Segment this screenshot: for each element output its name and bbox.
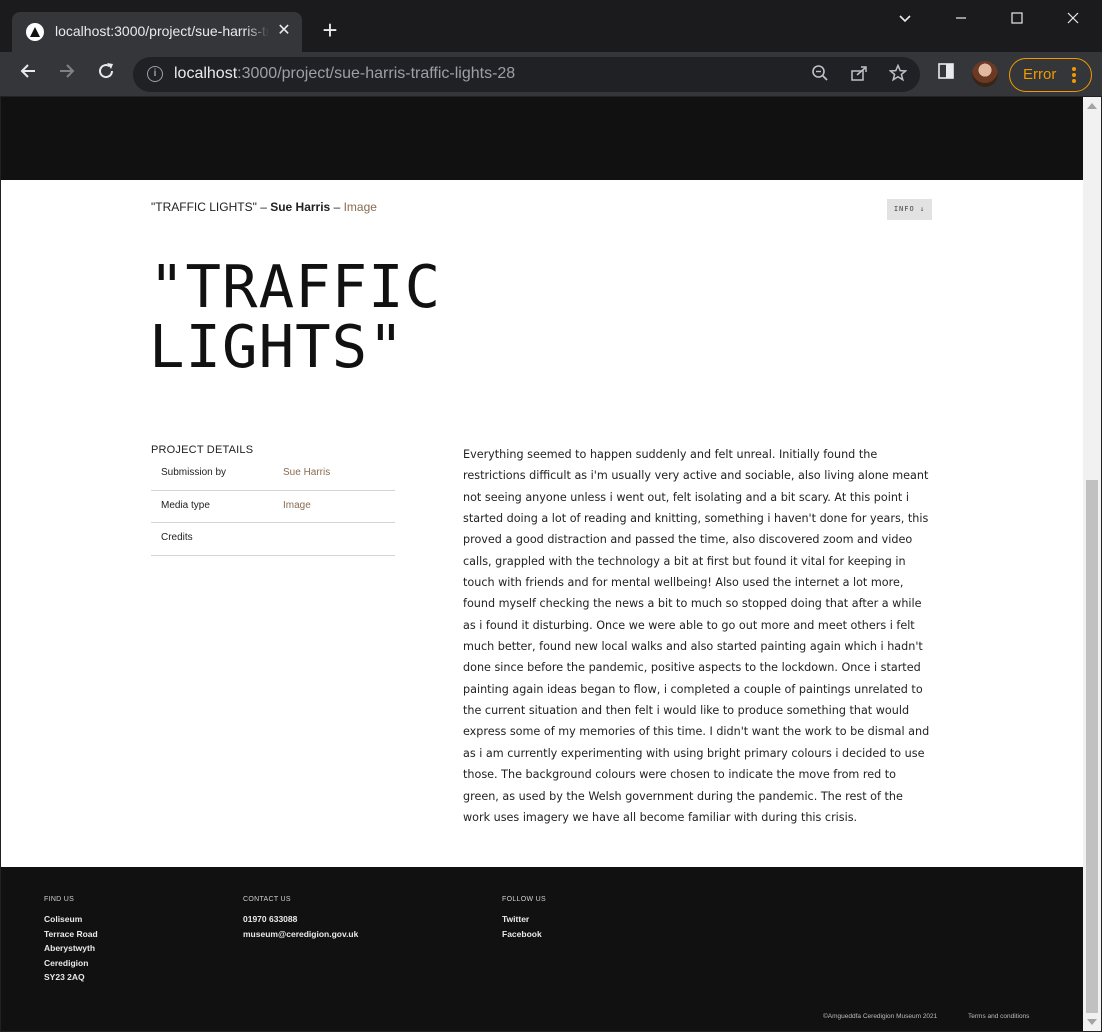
address-line: Aberystwyth [44,943,96,953]
url-text: localhost:3000/project/sue-harris-traffi… [174,65,516,82]
media-type-link[interactable]: Image [283,500,311,511]
breadcrumb-separator: – [256,200,271,214]
error-label: Error [1023,66,1057,83]
facebook-link[interactable]: Facebook [502,927,546,942]
footer-heading: FIND US [44,896,75,903]
footer-contact-us: CONTACT US 01970 633088 museum@ceredigio… [243,896,358,941]
details-row-submission: Submission by Sue Harris [151,458,395,491]
address-bar[interactable]: i localhost:3000/project/sue-harris-traf… [133,57,920,92]
menu-dots-icon [1070,65,1078,85]
footer-follow-us: FOLLOW US Twitter Facebook [502,896,546,941]
address-line: Terrace Road [44,928,98,939]
breadcrumb-media-link[interactable]: Image [344,200,377,214]
info-button[interactable]: INFO ↓ [887,199,932,220]
profile-avatar[interactable] [972,61,998,87]
details-key: Submission by [161,467,227,478]
details-key: Media type [161,499,210,511]
site-footer: FIND US Coliseum Terrace Road Aberystwyt… [1,867,1083,1031]
page-title-line: "TRAFFIC [149,252,442,321]
maximize-icon[interactable] [1003,6,1031,34]
details-key: Credits [161,532,193,543]
footer-copyright: ©Amgueddfa Ceredigion Museum 2021 [823,1013,938,1020]
project-description: Everything seemed to happen suddenly and… [463,448,930,824]
page-title-line: LIGHTS" [149,312,405,381]
twitter-link[interactable]: Twitter [502,912,546,927]
page-scrollbar[interactable] [1083,97,1101,1031]
site-header [1,97,1083,180]
tab-strip: localhost:3000/project/sue-harris-traffi… [0,0,1102,52]
browser-chrome: localhost:3000/project/sue-harris-traffi… [0,0,1102,97]
scroll-up-icon[interactable] [1087,103,1097,109]
share-icon[interactable] [848,64,870,86]
back-icon[interactable] [15,61,41,87]
project-details-table: Submission by Sue Harris Media type Imag… [151,458,395,556]
address-line: SY23 2AQ [44,972,85,982]
address-line: Coliseum [44,914,83,924]
footer-heading: CONTACT US [243,896,291,903]
tab-close-icon[interactable]: ✕ [274,21,294,41]
breadcrumb: "TRAFFIC LIGHTS" – Sue Harris – Image [151,200,377,214]
scroll-thumb[interactable] [1086,480,1098,1013]
terms-link[interactable]: Terms and conditions [968,1013,1029,1020]
submission-author-link[interactable]: Sue Harris [283,467,330,478]
page-viewport: "TRAFFIC LIGHTS" – Sue Harris – Image IN… [1,97,1083,1031]
tab-title: localhost:3000/project/sue-harris-traffi… [55,23,269,39]
new-tab-button[interactable]: + [318,17,342,43]
browser-toolbar: i localhost:3000/project/sue-harris-traf… [0,52,1102,97]
phone-link[interactable]: 01970 633088 [243,912,358,927]
details-row-media-type: Media type Image [151,491,395,523]
close-window-icon[interactable] [1059,6,1087,34]
reload-icon[interactable] [93,61,119,87]
email-link[interactable]: museum@ceredigion.gov.uk [243,927,358,942]
footer-heading: FOLLOW US [502,896,546,903]
breadcrumb-separator: – [330,200,344,214]
details-row-credits: Credits [151,523,395,556]
scroll-down-icon[interactable] [1087,1019,1097,1025]
project-details-heading: PROJECT DETAILS [151,444,254,456]
forward-icon[interactable] [54,61,80,87]
footer-find-us: FIND US Coliseum Terrace Road Aberystwyt… [44,896,98,985]
error-button[interactable]: Error [1009,58,1092,92]
breadcrumb-title: "TRAFFIC LIGHTS" [151,200,257,214]
minimize-icon[interactable] [947,6,975,34]
favicon-icon [26,23,44,41]
side-panel-icon[interactable] [935,63,957,85]
page-title: "TRAFFIC LIGHTS" [149,257,549,377]
breadcrumb-author[interactable]: Sue Harris [270,200,330,214]
tab-search-icon[interactable] [891,6,919,34]
star-icon[interactable] [887,63,909,86]
address-line: Ceredigion [44,957,89,968]
browser-tab[interactable]: localhost:3000/project/sue-harris-traffi… [12,12,302,52]
info-icon[interactable]: i [147,66,163,82]
zoom-out-icon[interactable] [809,64,831,86]
